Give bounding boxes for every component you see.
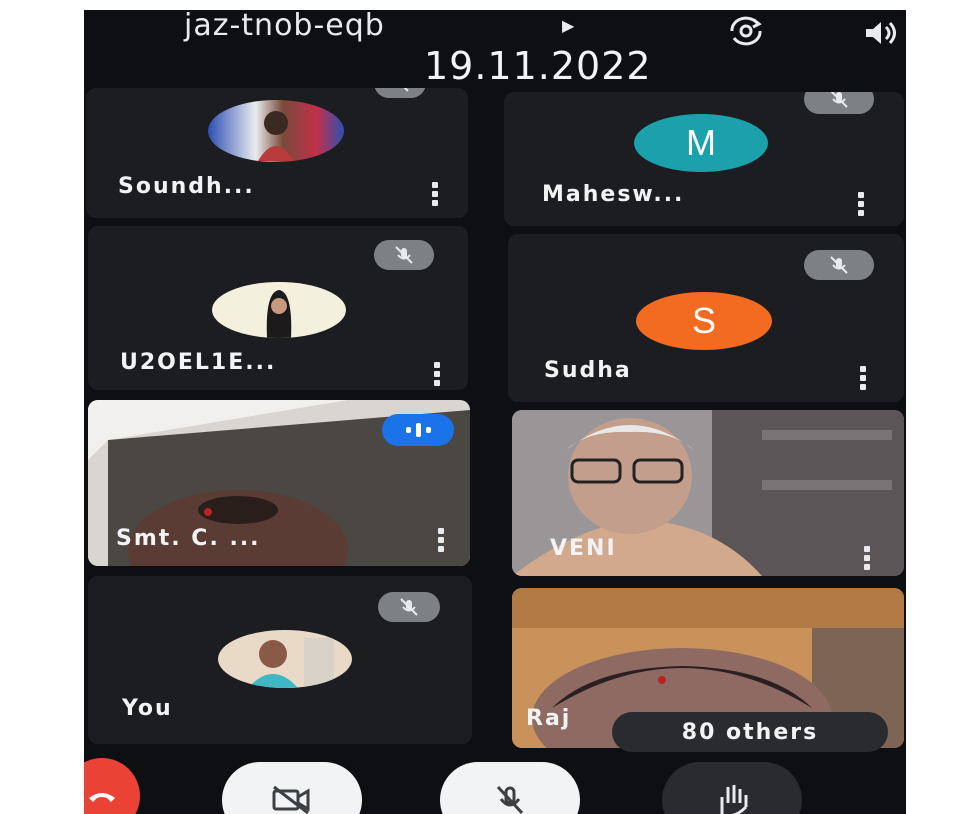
raise-hand-icon [720, 785, 748, 814]
participant-name: VENI [550, 536, 617, 561]
participant-avatar: S [636, 292, 772, 350]
camera-off-icon [272, 785, 310, 814]
mic-off-icon [496, 785, 524, 814]
participant-name: You [122, 696, 173, 721]
more-options-icon[interactable] [432, 182, 440, 206]
speaker-icon[interactable] [862, 18, 902, 48]
participant-avatar: M [634, 114, 768, 172]
participant-name: U2OEL1E... [120, 350, 277, 375]
date-overlay: 19.11.2022 [424, 44, 652, 88]
meet-screen: jaz-tnob-eqb ▶ 19.11.2022 Soundh... M Ma… [84, 10, 906, 814]
mic-muted-icon [378, 592, 440, 622]
mic-muted-icon [804, 250, 874, 280]
more-options-icon[interactable] [858, 192, 866, 216]
participant-name: Smt. C. ... [116, 526, 261, 551]
mic-muted-icon [374, 88, 426, 98]
meeting-details-arrow-icon[interactable]: ▶ [562, 16, 574, 35]
participant-avatar [212, 282, 346, 338]
more-options-icon[interactable] [434, 362, 442, 386]
participant-tile[interactable]: Soundh... [86, 88, 468, 218]
participant-name: Raj [526, 706, 572, 731]
participant-name: Mahesw... [542, 182, 685, 207]
participant-name: Soundh... [118, 174, 255, 199]
more-options-icon[interactable] [864, 546, 872, 570]
end-call-button[interactable] [84, 758, 140, 814]
raise-hand-button[interactable] [662, 762, 802, 814]
more-options-icon[interactable] [438, 528, 446, 552]
participant-tile[interactable]: M Mahesw... [504, 92, 904, 226]
others-count-badge[interactable]: 80 others [612, 712, 888, 752]
more-options-icon[interactable] [860, 366, 868, 390]
camera-toggle-button[interactable] [222, 762, 362, 814]
participant-avatar [218, 630, 352, 688]
participant-tile[interactable]: Smt. C. ... [88, 400, 470, 566]
mic-toggle-button[interactable] [440, 762, 580, 814]
participant-tile-self[interactable]: You [88, 576, 472, 744]
participant-avatar [208, 100, 344, 162]
phone-hangup-icon [89, 793, 115, 802]
meeting-code[interactable]: jaz-tnob-eqb [184, 10, 385, 43]
participant-tile[interactable]: VENI [512, 410, 904, 576]
switch-camera-icon[interactable] [724, 14, 768, 48]
participant-tile[interactable]: U2OEL1E... [88, 226, 468, 390]
speaking-indicator-icon [382, 414, 454, 446]
participant-tile[interactable]: S Sudha [508, 234, 904, 402]
mic-muted-icon [374, 240, 434, 270]
mic-muted-icon [804, 92, 874, 114]
participant-name: Sudha [544, 358, 632, 383]
